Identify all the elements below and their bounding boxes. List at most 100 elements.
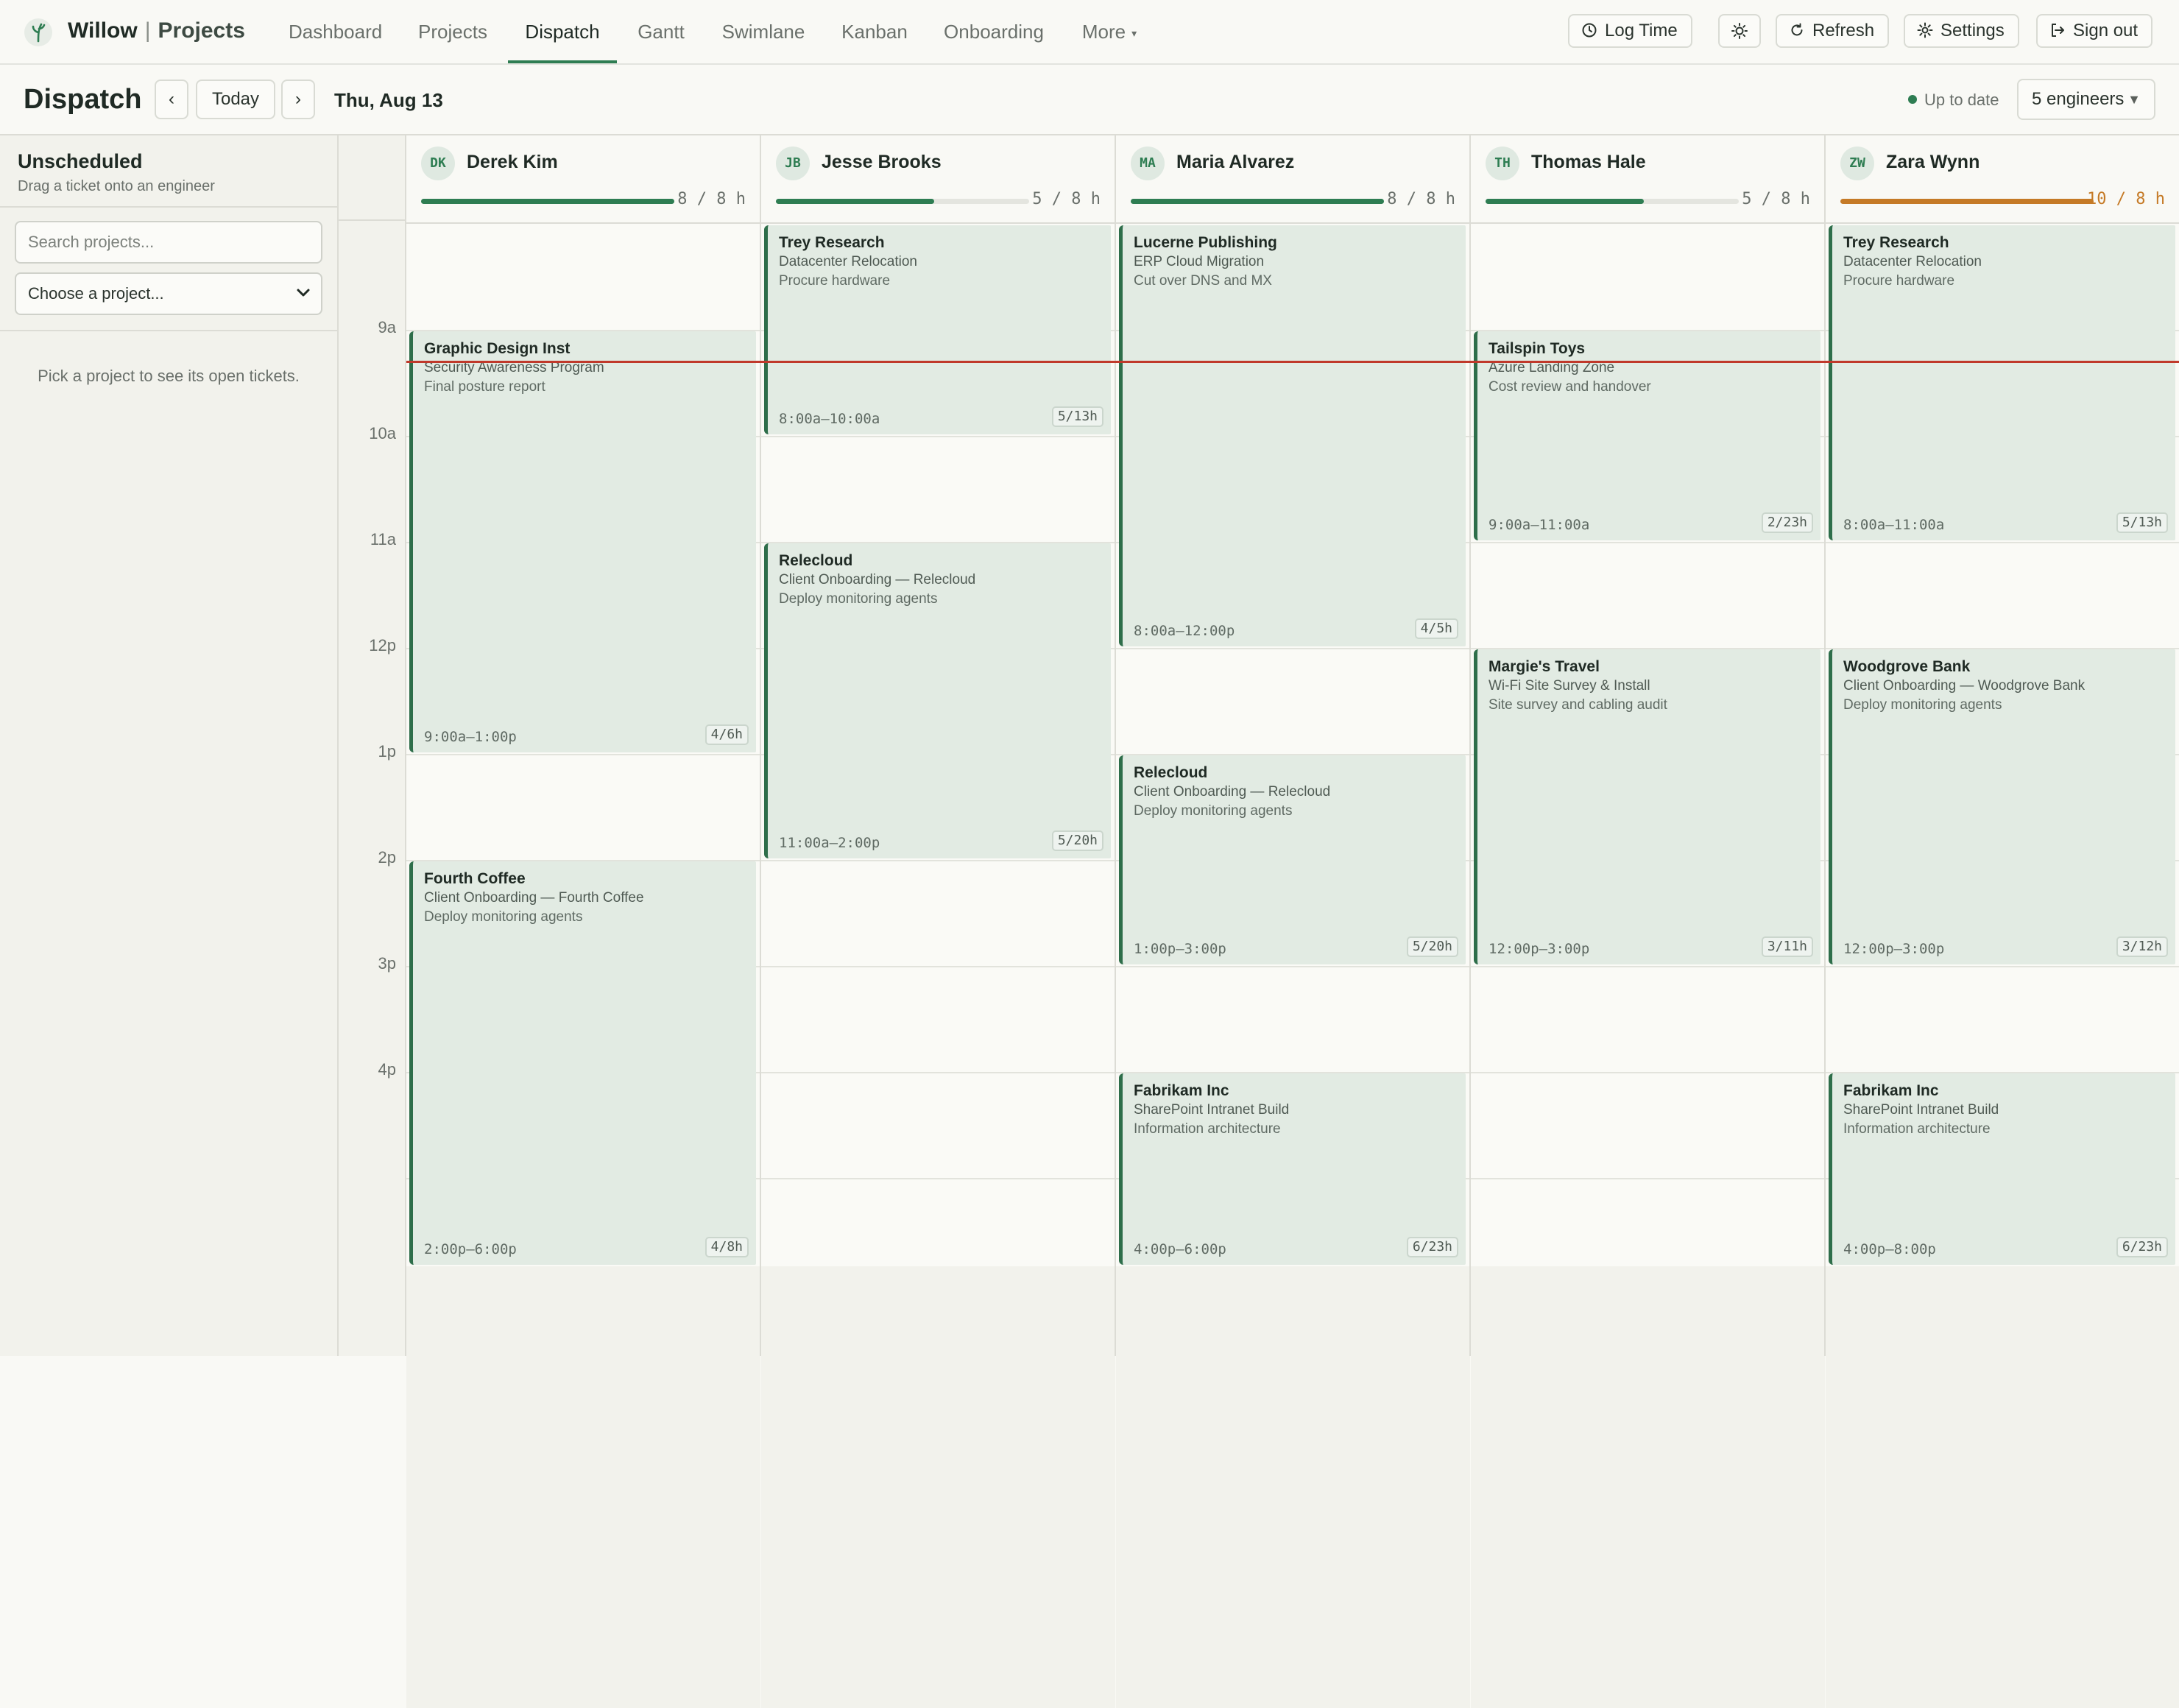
scheduled-ticket[interactable]: Trey Research Datacenter Relocation Proc…	[764, 225, 1111, 434]
theme-toggle-button[interactable]	[1718, 14, 1761, 48]
ticket-hours-badge: 5/20h	[1406, 936, 1458, 957]
engineer-name: Derek Kim	[467, 152, 558, 172]
ticket-time: 4:00p–6:00p	[1134, 1241, 1226, 1257]
hour-gridline	[761, 966, 1115, 967]
ticket-project: SharePoint Intranet Build	[1134, 1102, 1290, 1118]
hour-gridline	[761, 860, 1115, 861]
hour-gridline	[1471, 1072, 1825, 1073]
scheduled-ticket[interactable]: Woodgrove Bank Client Onboarding — Woodg…	[1829, 649, 2175, 964]
ticket-task: Procure hardware	[1843, 273, 1955, 289]
capacity-hours: 8 / 8 h	[1387, 190, 1455, 208]
engineer-name: Jesse Brooks	[822, 152, 942, 172]
engineer-column[interactable]: ZW Zara Wynn 10 / 8 h Trey Research Data…	[1824, 134, 2179, 1708]
schedule-body[interactable]: Lucerne Publishing ERP Cloud Migration C…	[1116, 224, 1470, 1708]
engineer-column[interactable]: TH Thomas Hale 5 / 8 h Tailspin Toys Azu…	[1469, 134, 1825, 1708]
refresh-button[interactable]: Refresh	[1776, 14, 1890, 48]
capacity-bar	[1486, 199, 1739, 204]
today-button[interactable]: Today	[196, 80, 275, 119]
ticket-client: Graphic Design Inst	[424, 340, 571, 357]
tab-projects[interactable]: Projects	[411, 0, 495, 63]
capacity-bar-fill	[776, 199, 934, 204]
time-axis: 9a 10a 11a 12p 1p 2p 3p 4p	[339, 134, 405, 1356]
engineer-column[interactable]: JB Jesse Brooks 5 / 8 h Trey Research Da…	[760, 134, 1115, 1708]
schedule-body[interactable]: Trey Research Datacenter Relocation Proc…	[1826, 224, 2179, 1708]
after-hours-area	[1471, 1266, 1825, 1708]
hour-gridline	[1116, 648, 1470, 649]
prev-day-button[interactable]: ‹	[155, 80, 188, 119]
ticket-time: 9:00a–11:00a	[1488, 517, 1590, 533]
ticket-task: Cost review and handover	[1488, 379, 1651, 395]
unscheduled-title: Unscheduled	[18, 150, 143, 172]
capacity-bar-fill	[1486, 199, 1644, 204]
time-axis-header	[339, 135, 405, 221]
scheduled-ticket[interactable]: Trey Research Datacenter Relocation Proc…	[1829, 225, 2175, 540]
refresh-label: Refresh	[1812, 21, 1875, 40]
scheduled-ticket[interactable]: Fabrikam Inc SharePoint Intranet Build I…	[1119, 1073, 1466, 1265]
scheduled-ticket[interactable]: Fourth Coffee Client Onboarding — Fourth…	[409, 861, 756, 1265]
sign-out-button[interactable]: Sign out	[2036, 14, 2153, 48]
sync-status: Up to date	[1908, 90, 1999, 110]
ticket-task: Deploy monitoring agents	[424, 909, 583, 925]
tab-gantt[interactable]: Gantt	[633, 0, 689, 63]
engineer-filter-value: 5 engineers	[2032, 89, 2125, 109]
divider	[0, 206, 337, 208]
schedule-body[interactable]: Graphic Design Inst Security Awareness P…	[406, 224, 760, 1708]
scheduled-ticket[interactable]: Relecloud Client Onboarding — Relecloud …	[764, 543, 1111, 858]
time-label-12p: 12p	[369, 636, 396, 654]
tab-dashboard[interactable]: Dashboard	[289, 0, 382, 63]
ticket-time: 1:00p–3:00p	[1134, 941, 1226, 957]
project-search-input[interactable]: Search projects...	[15, 221, 322, 264]
ticket-task: Site survey and cabling audit	[1488, 697, 1667, 713]
ticket-client: Tailspin Toys	[1488, 340, 1586, 357]
current-date: Thu, Aug 13	[334, 89, 443, 111]
time-label-1p: 1p	[378, 742, 396, 761]
tab-dispatch[interactable]: Dispatch	[508, 0, 617, 63]
ticket-hours-badge: 3/11h	[1761, 936, 1813, 957]
tab-kanban[interactable]: Kanban	[838, 0, 911, 63]
project-select[interactable]: Choose a project...	[15, 272, 322, 315]
avatar: ZW	[1840, 147, 1874, 180]
hour-gridline	[406, 754, 760, 755]
chevron-down-icon	[297, 289, 310, 297]
ticket-hours-badge: 6/23h	[2116, 1237, 2168, 1257]
after-hours-area	[761, 1266, 1115, 1708]
schedule-body[interactable]: Trey Research Datacenter Relocation Proc…	[761, 224, 1115, 1708]
ticket-hours-badge: 3/12h	[2116, 936, 2168, 957]
next-day-button[interactable]: ›	[281, 80, 315, 119]
scheduled-ticket[interactable]: Margie's Travel Wi-Fi Site Survey & Inst…	[1474, 649, 1820, 964]
avatar: TH	[1486, 147, 1519, 180]
ticket-task: Deploy monitoring agents	[1843, 697, 2002, 713]
scheduled-ticket[interactable]: Relecloud Client Onboarding — Relecloud …	[1119, 755, 1466, 964]
schedule-body[interactable]: Tailspin Toys Azure Landing Zone Cost re…	[1471, 224, 1825, 1708]
ticket-task: Deploy monitoring agents	[1134, 803, 1293, 819]
app-brand[interactable]: Willow | Projects	[68, 16, 245, 46]
engineer-column[interactable]: MA Maria Alvarez 8 / 8 h Lucerne Publish…	[1115, 134, 1470, 1708]
scheduled-ticket[interactable]: Lucerne Publishing ERP Cloud Migration C…	[1119, 225, 1466, 646]
time-label-10a: 10a	[369, 424, 396, 442]
tab-more-label: More	[1081, 21, 1126, 43]
hour-gridline	[761, 436, 1115, 437]
hour-gridline	[1471, 966, 1825, 967]
ticket-client: Margie's Travel	[1488, 658, 1600, 675]
settings-button[interactable]: Settings	[1904, 14, 2019, 48]
ticket-task: Cut over DNS and MX	[1134, 273, 1272, 289]
ticket-time: 8:00a–10:00a	[779, 411, 880, 427]
scheduled-ticket[interactable]: Graphic Design Inst Security Awareness P…	[409, 331, 756, 752]
tab-swimlane[interactable]: Swimlane	[714, 0, 813, 63]
engineer-column[interactable]: DK Derek Kim 8 / 8 h Graphic Design Inst…	[405, 134, 760, 1708]
log-time-button[interactable]: Log Time	[1568, 14, 1692, 48]
capacity-bar-fill	[421, 199, 674, 204]
capacity-hours: 5 / 8 h	[1032, 190, 1101, 208]
engineer-filter-select[interactable]: 5 engineers ▼	[2017, 79, 2155, 120]
scheduled-ticket[interactable]: Fabrikam Inc SharePoint Intranet Build I…	[1829, 1073, 2175, 1265]
ticket-client: Woodgrove Bank	[1843, 658, 1971, 675]
ticket-hours-badge: 6/23h	[1406, 1237, 1458, 1257]
tab-onboarding[interactable]: Onboarding	[936, 0, 1051, 63]
tab-more[interactable]: More ▾	[1075, 0, 1144, 63]
ticket-hours-badge: 5/13h	[2116, 512, 2168, 533]
after-hours-area	[406, 1266, 760, 1708]
time-label-11a: 11a	[370, 530, 396, 548]
page-title: Dispatch	[24, 84, 142, 115]
time-label-3p: 3p	[378, 954, 396, 973]
ticket-client: Trey Research	[1843, 234, 1949, 251]
